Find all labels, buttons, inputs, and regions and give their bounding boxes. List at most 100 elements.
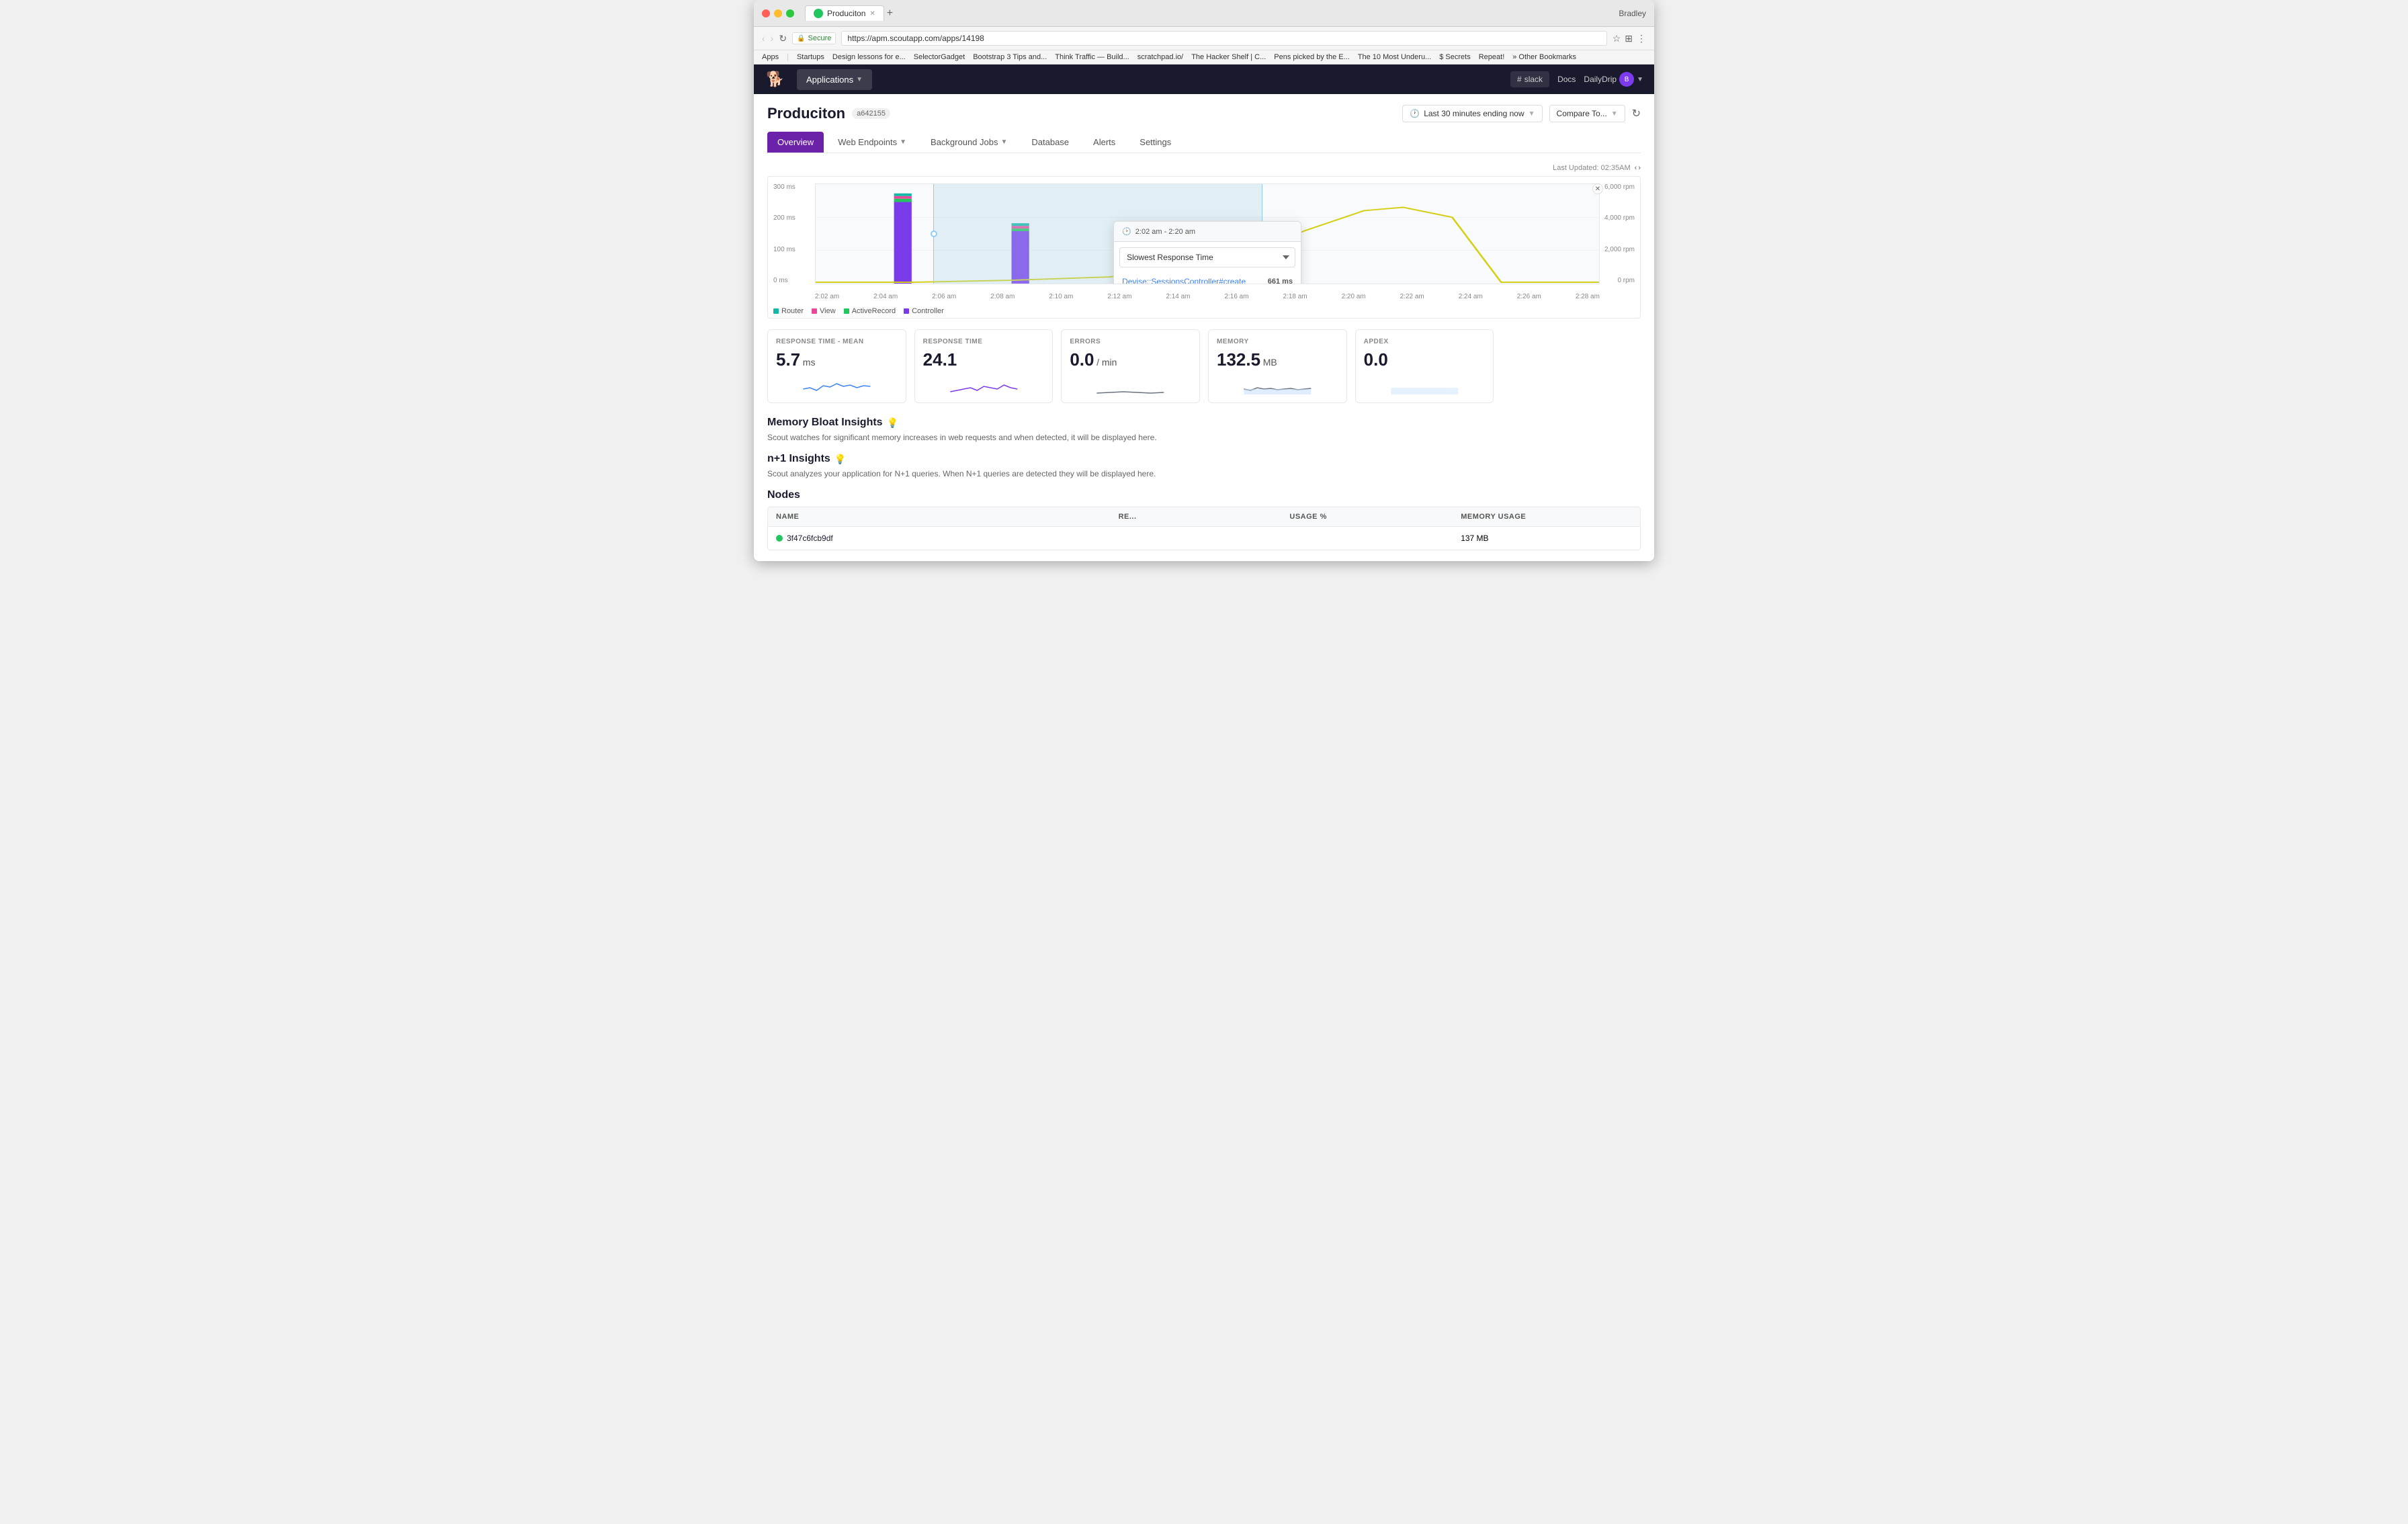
bookmark-think[interactable]: Think Traffic — Build...: [1055, 53, 1129, 61]
compare-chevron-icon: ▼: [1611, 110, 1618, 118]
tooltip-clock-icon: 🕑: [1122, 227, 1131, 236]
metric-response-mean-label: Response Time - Mean: [776, 338, 898, 345]
bookmark-startups[interactable]: Startups: [797, 53, 824, 61]
bookmark-design[interactable]: Design lessons for e...: [832, 53, 906, 61]
nodes-title: Nodes: [767, 489, 1641, 501]
app-header: 🐕 Applications ▼ # slack Docs DailyDrip …: [754, 65, 1654, 94]
close-button[interactable]: [762, 9, 770, 17]
tab-web-endpoints-label: Web Endpoints: [838, 137, 897, 147]
chart-plot[interactable]: 🕑 2:02 am - 2:20 am Slowest Response Tim…: [815, 183, 1600, 284]
sparkline-svg-2: [923, 376, 1045, 394]
bookmark-bootstrap[interactable]: Bootstrap 3 Tips and...: [973, 53, 1047, 61]
view-legend-label: View: [820, 307, 836, 315]
app-title-right: 🕐 Last 30 minutes ending now ▼ Compare T…: [1402, 105, 1641, 122]
new-tab-button[interactable]: +: [887, 7, 893, 19]
daily-drip-button[interactable]: DailyDrip B ▼: [1584, 72, 1643, 87]
nav-tabs: Overview Web Endpoints ▼ Background Jobs…: [767, 132, 1641, 153]
tab-close-button[interactable]: ✕: [869, 10, 875, 17]
metric-response-time-value: 24.1: [923, 349, 1045, 370]
bookmark-scratchpad[interactable]: scratchpad.io/: [1137, 53, 1183, 61]
tooltip-header: 🕑 2:02 am - 2:20 am: [1114, 222, 1301, 242]
y-axis-label-0: 0 ms: [773, 277, 796, 284]
legend-view: View: [812, 307, 836, 315]
y-axis-right-4000: 4,000 rpm: [1604, 214, 1635, 222]
reload-button[interactable]: ↻: [779, 33, 787, 44]
slack-button[interactable]: # slack: [1510, 71, 1549, 87]
tab-alerts-label: Alerts: [1093, 137, 1115, 147]
memory-insights-section: Memory Bloat Insights 💡 Scout watches fo…: [767, 417, 1641, 442]
menu-icon[interactable]: ⋮: [1637, 33, 1646, 44]
minimize-button[interactable]: [774, 9, 782, 17]
bookmark-apps[interactable]: Apps: [762, 53, 779, 61]
y-axis-label-200: 200 ms: [773, 214, 796, 222]
time-selector[interactable]: 🕐 Last 30 minutes ending now ▼: [1402, 105, 1542, 122]
tab-web-endpoints[interactable]: Web Endpoints ▼: [828, 132, 916, 153]
tooltip-item[interactable]: Devise::SessionsController#create 661 ms: [1114, 273, 1301, 284]
bookmark-most[interactable]: The 10 Most Underu...: [1358, 53, 1431, 61]
col-memory: Memory Usage: [1461, 513, 1632, 521]
slack-icon: #: [1517, 75, 1522, 84]
maximize-button[interactable]: [786, 9, 794, 17]
bookmark-other[interactable]: » Other Bookmarks: [1512, 53, 1576, 61]
chart-nav-arrows[interactable]: ‹ ›: [1635, 164, 1641, 172]
x-label-5: 2:12 am: [1107, 293, 1131, 300]
bookmark-secrets[interactable]: $ Secrets: [1439, 53, 1470, 61]
daily-drip-label: DailyDrip: [1584, 75, 1617, 84]
chart-close-button[interactable]: ✕: [1592, 183, 1603, 194]
back-button[interactable]: ‹: [762, 33, 765, 44]
app-title: Produciton: [767, 105, 845, 122]
docs-button[interactable]: Docs: [1557, 75, 1576, 84]
avatar-chevron-icon: ▼: [1637, 76, 1643, 83]
tab-background-jobs[interactable]: Background Jobs ▼: [920, 132, 1017, 153]
next-arrow-icon[interactable]: ›: [1638, 164, 1641, 172]
nav-applications[interactable]: Applications ▼: [797, 69, 872, 90]
slack-label: slack: [1524, 75, 1543, 84]
bookmark-icon[interactable]: ☆: [1612, 33, 1621, 44]
metric-sparkline-3: [1070, 376, 1191, 394]
y-axis-right-0: 0 rpm: [1604, 277, 1635, 284]
x-label-1: 2:04 am: [873, 293, 898, 300]
compare-button[interactable]: Compare To... ▼: [1549, 105, 1625, 122]
dog-icon: 🐕: [766, 71, 784, 88]
refresh-icon[interactable]: ↻: [1632, 107, 1641, 120]
selection-handle-left[interactable]: [931, 230, 937, 237]
bookmark-selector[interactable]: SelectorGadget: [914, 53, 965, 61]
bookmark-pens[interactable]: Pens picked by the E...: [1274, 53, 1350, 61]
sparkline-svg: [776, 376, 898, 394]
tooltip-metric-select[interactable]: Slowest Response Time: [1119, 247, 1295, 267]
sparkline-svg-5: [1364, 376, 1486, 394]
tab-overview[interactable]: Overview: [767, 132, 824, 153]
sparkline-svg-4: [1217, 376, 1338, 394]
extensions-icon[interactable]: ⊞: [1625, 33, 1633, 44]
n1-title-text: n+1 Insights: [767, 453, 830, 465]
x-label-4: 2:10 am: [1049, 293, 1073, 300]
chart-container: 300 ms 200 ms 100 ms 0 ms 6,000 rpm 4,00…: [767, 176, 1641, 319]
metric-sparkline-2: [923, 376, 1045, 394]
tab-overview-label: Overview: [777, 137, 814, 147]
metric-unit: MB: [1263, 357, 1277, 368]
tab-database[interactable]: Database: [1021, 132, 1079, 153]
legend-activerecord: ActiveRecord: [844, 307, 896, 315]
tab-alerts[interactable]: Alerts: [1083, 132, 1125, 153]
app-id-badge: a642155: [852, 108, 890, 119]
tab-settings-label: Settings: [1140, 137, 1171, 147]
metric-apdex-value: 0.0: [1364, 349, 1486, 370]
browser-tab[interactable]: Produciton ✕: [805, 5, 884, 21]
tab-title: Produciton: [827, 9, 865, 18]
bookmark-repeat[interactable]: Repeat!: [1479, 53, 1505, 61]
prev-arrow-icon[interactable]: ‹: [1635, 164, 1637, 172]
metric-response-time-label: Response Time: [923, 338, 1045, 345]
x-label-9: 2:20 am: [1342, 293, 1366, 300]
metric-apdex: Apdex 0.0: [1355, 329, 1494, 403]
header-right: # slack Docs DailyDrip B ▼: [1510, 71, 1643, 87]
x-label-3: 2:08 am: [990, 293, 1015, 300]
sparkline-svg-3: [1070, 376, 1191, 394]
url-input[interactable]: [841, 31, 1606, 46]
tab-settings[interactable]: Settings: [1129, 132, 1181, 153]
metric-unit: ms: [803, 357, 816, 368]
nodes-table: Name Re... Usage % Memory Usage 3f47c6fc…: [767, 507, 1641, 550]
forward-button[interactable]: ›: [771, 33, 774, 44]
router-legend-label: Router: [781, 307, 804, 315]
bookmark-hacker[interactable]: The Hacker Shelf | C...: [1191, 53, 1266, 61]
nodes-section: Nodes Name Re... Usage % Memory Usage 3f…: [767, 489, 1641, 550]
